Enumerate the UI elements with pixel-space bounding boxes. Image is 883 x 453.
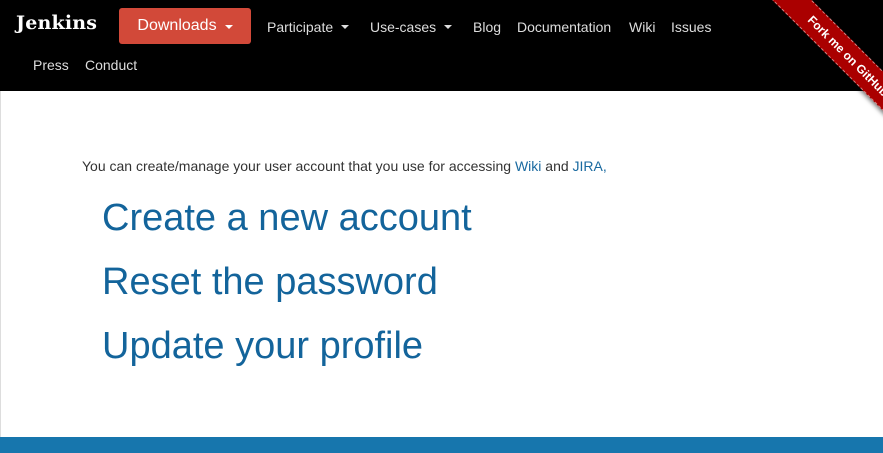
- update-profile-link[interactable]: Update your profile: [102, 325, 423, 368]
- nav-use-cases-label: Use-cases: [370, 19, 437, 35]
- downloads-label: Downloads: [137, 17, 217, 34]
- intro-text: You can create/manage your user account …: [82, 158, 512, 174]
- and-text: and: [545, 158, 569, 174]
- footer-bar: [0, 437, 883, 453]
- create-account-link[interactable]: Create a new account: [102, 197, 472, 240]
- nav-participate-label: Participate: [267, 19, 334, 35]
- reset-password-link[interactable]: Reset the password: [102, 261, 438, 304]
- nav-issues[interactable]: Issues: [671, 19, 711, 35]
- nav-use-cases[interactable]: Use-cases: [370, 19, 453, 35]
- fork-me-on-github-ribbon[interactable]: Fork me on GitHub: [770, 0, 883, 134]
- nav-wiki[interactable]: Wiki: [629, 19, 655, 35]
- downloads-dropdown-button[interactable]: Downloads: [119, 8, 251, 44]
- nav-blog[interactable]: Blog: [473, 19, 501, 35]
- github-ribbon-container: Fork me on GitHub: [743, 0, 883, 140]
- jira-link-trailing: ,: [602, 158, 607, 174]
- nav-press[interactable]: Press: [33, 57, 69, 73]
- intro-paragraph: You can create/manage your user account …: [82, 158, 607, 174]
- chevron-down-icon: [444, 25, 453, 30]
- jira-link[interactable]: JIRA: [573, 158, 603, 174]
- nav-documentation[interactable]: Documentation: [517, 19, 611, 35]
- chevron-down-icon: [224, 25, 233, 29]
- brand-logo[interactable]: Jenkins: [16, 12, 97, 34]
- content-left-border: [0, 91, 1, 437]
- nav-conduct[interactable]: Conduct: [85, 57, 137, 73]
- nav-participate[interactable]: Participate: [267, 19, 350, 35]
- wiki-link[interactable]: Wiki: [515, 158, 541, 174]
- chevron-down-icon: [341, 25, 350, 30]
